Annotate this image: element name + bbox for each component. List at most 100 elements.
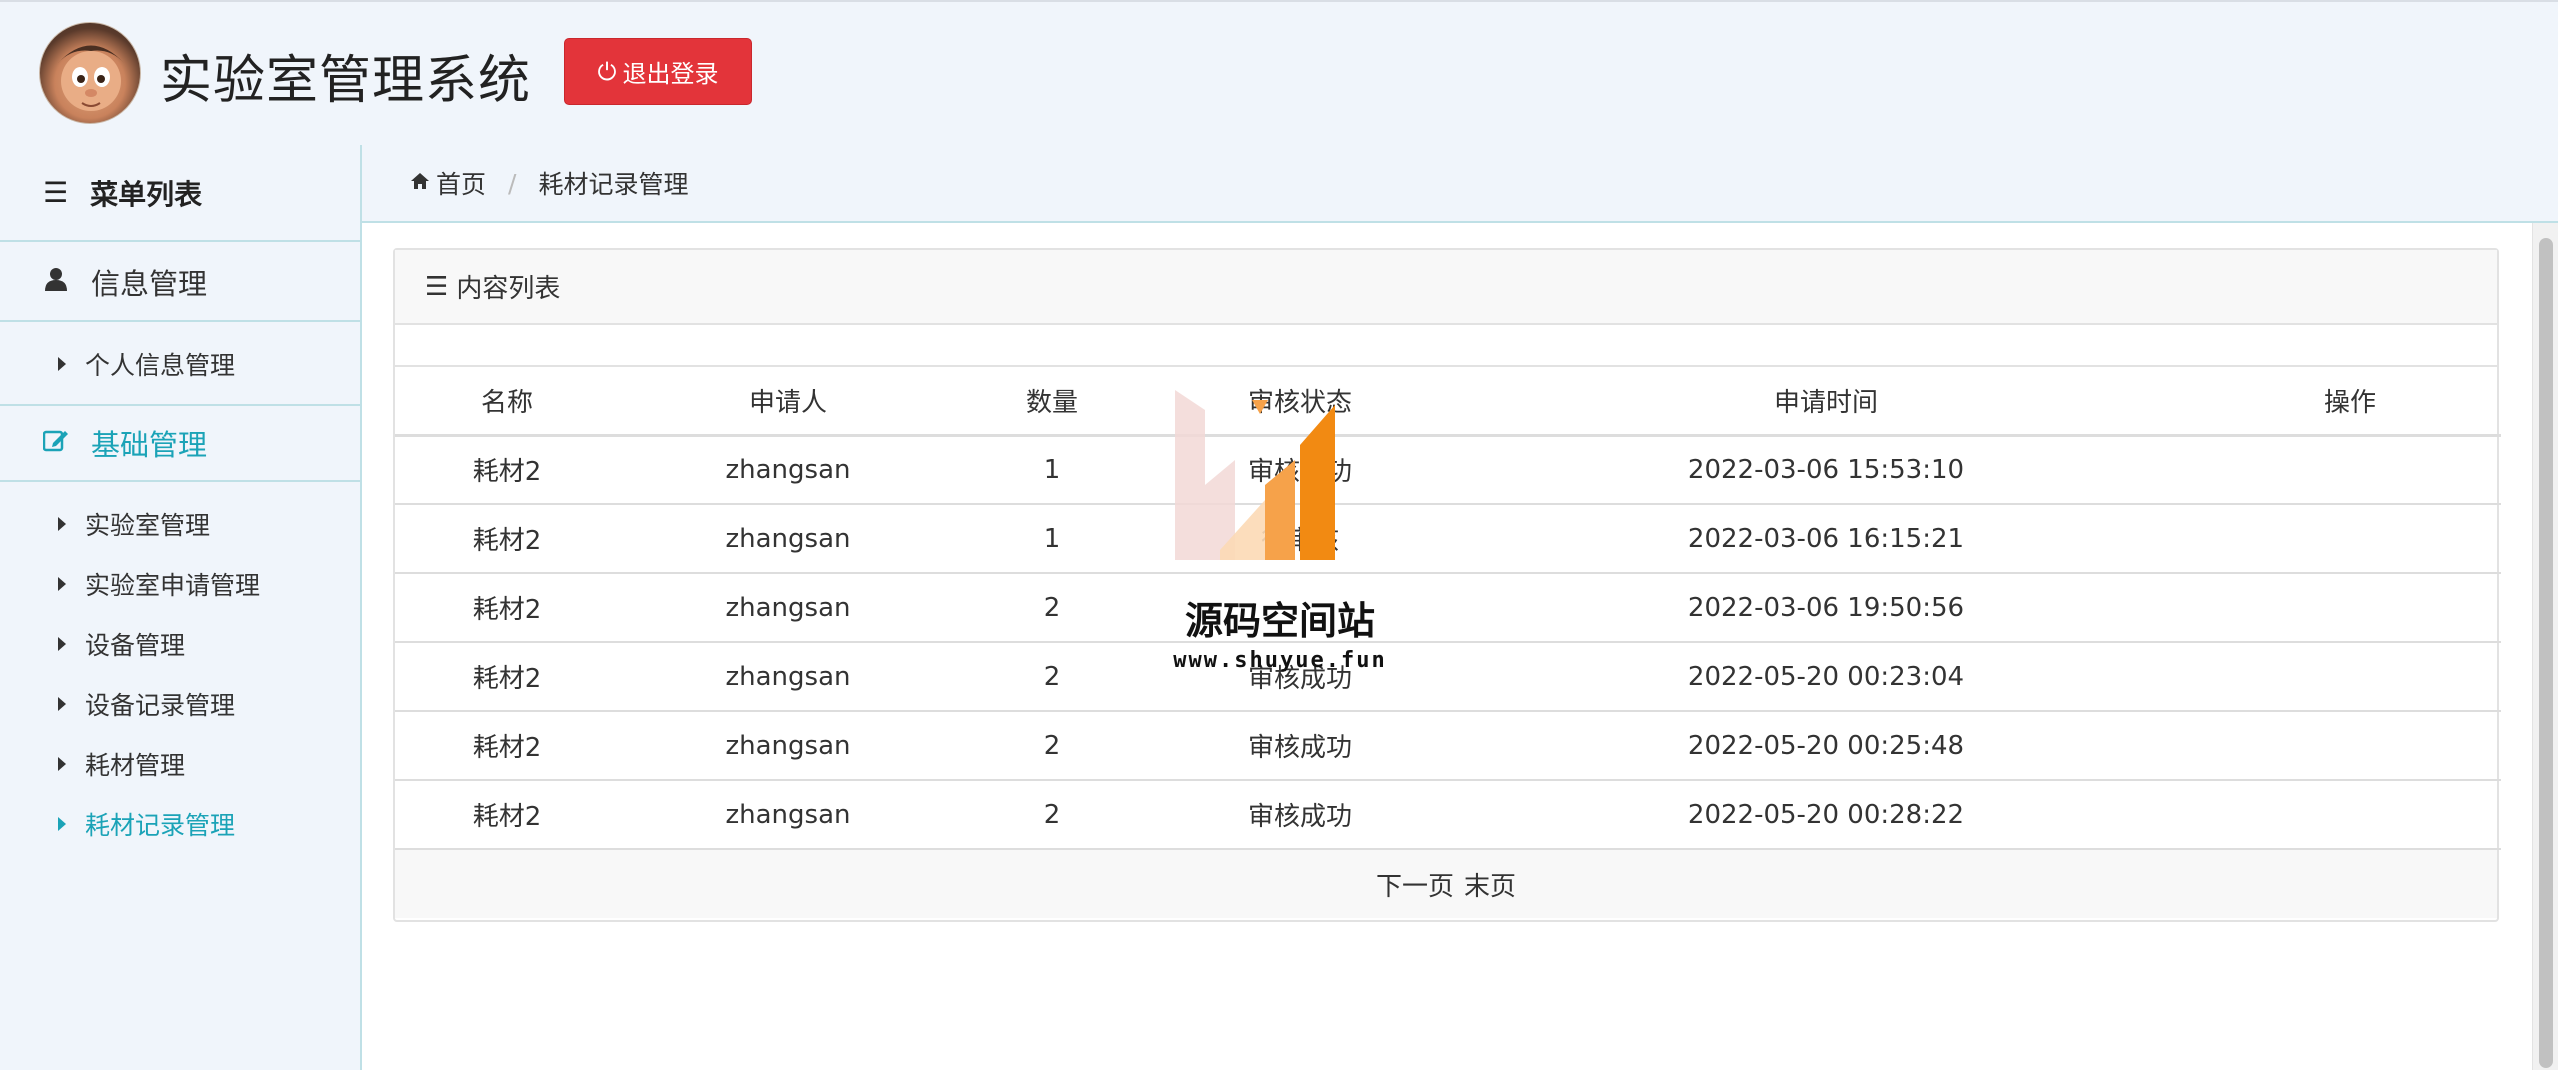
- pager: 下一页 末页: [395, 850, 2497, 918]
- scrollbar[interactable]: [2532, 223, 2558, 1070]
- sidebar-item-label: 实验室管理: [85, 511, 211, 540]
- list-icon: ☰: [43, 176, 69, 209]
- last-page-link[interactable]: 末页: [1464, 866, 1516, 903]
- cell-qty: 2: [957, 711, 1147, 781]
- cell-applicant: zhangsan: [619, 573, 957, 643]
- cell-status: 待审核: [1147, 504, 1453, 574]
- cell-name: 耗材2: [395, 435, 619, 505]
- breadcrumb-separator: /: [508, 168, 517, 198]
- sidebar-item-consumable-record[interactable]: 耗材记录管理: [0, 794, 360, 854]
- column-header: 操作: [2199, 367, 2501, 437]
- caret-right-icon: [58, 577, 66, 591]
- table-row: 耗材2 zhangsan 2 审核成功 2022-05-20 00:23:04: [395, 642, 2501, 712]
- sidebar-item-consumable[interactable]: 耗材管理: [0, 734, 360, 794]
- power-icon: ⏻: [597, 57, 617, 86]
- caret-right-icon: [58, 757, 66, 771]
- cell-time: 2022-03-06 19:50:56: [1453, 573, 2199, 643]
- cell-name: 耗材2: [395, 780, 619, 850]
- column-header: 申请人: [619, 367, 957, 437]
- sidebar-item-lab-apply[interactable]: 实验室申请管理: [0, 554, 360, 614]
- column-header: 数量: [957, 367, 1147, 437]
- cell-applicant: zhangsan: [619, 504, 957, 574]
- sidebar-item-personal-info[interactable]: 个人信息管理: [0, 334, 360, 394]
- cell-time: 2022-03-06 16:15:21: [1453, 504, 2199, 574]
- cell-action: [2199, 504, 2501, 574]
- caret-right-icon: [58, 517, 66, 531]
- sidebar-item-label: 设备记录管理: [85, 691, 236, 720]
- cell-time: 2022-05-20 00:23:04: [1453, 642, 2199, 712]
- sidebar-item-device[interactable]: 设备管理: [0, 614, 360, 674]
- breadcrumb-current: 耗材记录管理: [538, 170, 689, 199]
- sidebar-group-label: 信息管理: [91, 267, 208, 301]
- cell-status: 审核成功: [1147, 435, 1453, 505]
- sidebar-group-info[interactable]: 信息管理: [0, 244, 360, 322]
- cell-time: 2022-03-06 15:53:10: [1453, 435, 2199, 505]
- cell-applicant: zhangsan: [619, 711, 957, 781]
- edit-icon: [42, 428, 69, 459]
- watermark-text: 源码空间站: [1184, 599, 1375, 643]
- sidebar-item-label: 耗材管理: [85, 751, 186, 780]
- next-page-link[interactable]: 下一页: [1376, 866, 1454, 903]
- cell-qty: 2: [957, 780, 1147, 850]
- sidebar-group-basic[interactable]: 基础管理: [0, 404, 360, 482]
- caret-right-icon: [58, 817, 66, 831]
- logout-label: 退出登录: [622, 60, 719, 88]
- table-row: 耗材2 zhangsan 1 待审核 2022-03-06 16:15:21: [395, 504, 2501, 574]
- cell-applicant: zhangsan: [619, 780, 957, 850]
- sidebar: ☰ 菜单列表 信息管理 个人信息管理 基础管理 实验室管理 实验室申请管理 设备…: [0, 145, 362, 1070]
- content-panel: ☰ 内容列表 名称 申请人 数量 审核状态 申请时间 操作 耗材2 zhangs…: [393, 248, 2501, 922]
- table-row: 耗材2 zhangsan 1 审核成功 2022-03-06 15:53:10: [395, 435, 2501, 505]
- cell-action: [2199, 780, 2501, 850]
- sidebar-group-label: 基础管理: [91, 428, 208, 462]
- app-title: 实验室管理系统: [160, 51, 532, 111]
- cell-name: 耗材2: [395, 573, 619, 643]
- menu-header: ☰ 菜单列表: [0, 145, 360, 242]
- scrollbar-thumb[interactable]: [2539, 238, 2553, 1068]
- cell-status: 审核成功: [1147, 711, 1453, 781]
- avatar[interactable]: [39, 22, 141, 124]
- table-row: 耗材2 zhangsan 2 2022-03-06 19:50:56: [395, 573, 2501, 643]
- cell-applicant: zhangsan: [619, 642, 957, 712]
- caret-right-icon: [58, 697, 66, 711]
- watermark-url: www.shuyue.fun: [1173, 648, 1387, 673]
- table-row: 耗材2 zhangsan 2 审核成功 2022-05-20 00:25:48: [395, 711, 2501, 781]
- panel-title: 内容列表: [456, 274, 561, 304]
- cell-qty: 1: [957, 504, 1147, 574]
- panel-heading: ☰ 内容列表: [395, 250, 2497, 325]
- sidebar-item-label: 实验室申请管理: [85, 571, 261, 600]
- top-header: 实验室管理系统 ⏻ 退出登录: [0, 0, 2558, 145]
- column-header: 审核状态: [1147, 367, 1453, 437]
- cell-action: [2199, 435, 2501, 505]
- cell-applicant: zhangsan: [619, 435, 957, 505]
- sidebar-item-label: 个人信息管理: [85, 351, 236, 380]
- cell-qty: 2: [957, 642, 1147, 712]
- column-header: 名称: [395, 367, 619, 437]
- panel-toolbar: [395, 325, 2497, 367]
- cell-qty: 1: [957, 435, 1147, 505]
- sidebar-item-lab[interactable]: 实验室管理: [0, 494, 360, 554]
- sidebar-item-label: 设备管理: [85, 631, 186, 660]
- sidebar-item-device-record[interactable]: 设备记录管理: [0, 674, 360, 734]
- cell-status: 审核成功: [1147, 780, 1453, 850]
- caret-right-icon: [58, 357, 66, 371]
- sidebar-item-label: 耗材记录管理: [85, 811, 236, 840]
- cell-action: [2199, 711, 2501, 781]
- list-icon: ☰: [425, 271, 449, 302]
- cell-time: 2022-05-20 00:25:48: [1453, 711, 2199, 781]
- logout-button[interactable]: ⏻ 退出登录: [564, 38, 752, 105]
- caret-right-icon: [58, 637, 66, 651]
- table-header-row: 名称 申请人 数量 审核状态 申请时间 操作: [395, 367, 2501, 437]
- cell-time: 2022-05-20 00:28:22: [1453, 780, 2199, 850]
- user-icon: [43, 267, 69, 298]
- cell-name: 耗材2: [395, 504, 619, 574]
- cell-name: 耗材2: [395, 642, 619, 712]
- cell-qty: 2: [957, 573, 1147, 643]
- table-row: 耗材2 zhangsan 2 审核成功 2022-05-20 00:28:22: [395, 780, 2501, 850]
- cell-action: [2199, 573, 2501, 643]
- menu-title: 菜单列表: [90, 177, 203, 211]
- breadcrumb: 首页 / 耗材记录管理: [362, 145, 2558, 223]
- records-table: 名称 申请人 数量 审核状态 申请时间 操作 耗材2 zhangsan 1 审核…: [395, 367, 2501, 850]
- home-icon: [410, 171, 430, 196]
- breadcrumb-home[interactable]: 首页: [436, 165, 486, 201]
- cell-action: [2199, 642, 2501, 712]
